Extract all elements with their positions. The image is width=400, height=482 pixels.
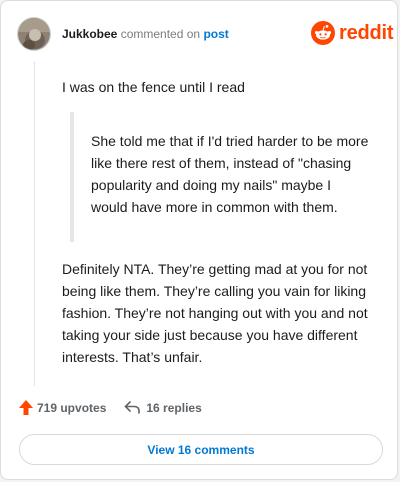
upvote-button[interactable]: 719 upvotes	[19, 400, 106, 415]
reddit-logo[interactable]: reddit	[311, 21, 394, 45]
action-text: commented on	[120, 27, 201, 41]
avatar[interactable]	[17, 17, 51, 51]
comment-card: Jukkobee commented on post reddit I was …	[0, 0, 398, 480]
view-comments-button[interactable]: View 16 comments	[19, 434, 383, 465]
replies-button[interactable]: 16 replies	[124, 400, 202, 415]
comment-body-text: Definitely NTA. They’re getting mad at y…	[62, 261, 368, 365]
upvote-arrow-icon	[19, 400, 33, 415]
comment-intro-text: I was on the fence until I read	[62, 79, 245, 95]
reply-arrow-icon	[125, 401, 141, 414]
comment-header: Jukkobee commented on post	[62, 26, 229, 42]
reply-count: 16 replies	[146, 400, 202, 415]
comment-actions: 719 upvotes 16 replies	[19, 400, 202, 415]
avatar-image	[18, 18, 50, 50]
post-link[interactable]: post	[203, 27, 228, 41]
reddit-snoo-icon	[311, 21, 335, 45]
quote-text: She told me that if I'd tried harder to …	[91, 133, 369, 215]
username[interactable]: Jukkobee	[62, 27, 117, 41]
reddit-wordmark: reddit	[339, 21, 394, 44]
upvote-count: 719 upvotes	[37, 400, 107, 415]
thread-line[interactable]	[34, 61, 35, 386]
blockquote: She told me that if I'd tried harder to …	[70, 112, 370, 242]
